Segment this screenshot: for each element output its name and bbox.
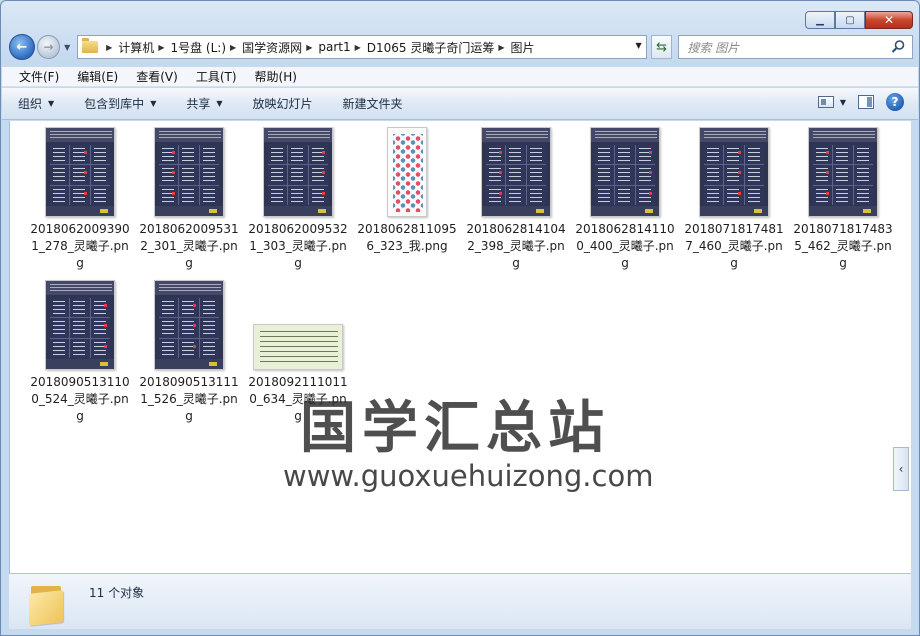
- image-thumbnail: [263, 127, 333, 217]
- maximize-button[interactable]: ▢: [835, 11, 865, 29]
- breadcrumb-separator-icon[interactable]: ▶: [351, 43, 367, 52]
- file-item[interactable]: 20180620095312_301_灵曦子.png: [137, 127, 241, 272]
- chevron-down-icon: ▼: [216, 99, 223, 108]
- file-item[interactable]: 20180620093901_278_灵曦子.png: [28, 127, 132, 272]
- breadcrumb-separator-icon[interactable]: ▶: [154, 43, 170, 52]
- breadcrumb-collection[interactable]: D1065 灵曦子奇门运筹: [367, 39, 495, 56]
- preview-pane-icon[interactable]: [858, 95, 874, 109]
- breadcrumb-separator-icon[interactable]: ▶: [494, 43, 510, 52]
- chevron-down-icon: ▼: [48, 99, 55, 108]
- file-name: 20180620095312_301_灵曦子.png: [139, 222, 239, 270]
- image-thumbnail: [699, 127, 769, 217]
- folder-icon: [82, 38, 99, 53]
- image-thumbnail: [45, 280, 115, 370]
- command-bar: 组织 ▼ 包含到库中 ▼ 共享 ▼ 放映幻灯片 新建文件夹 ▼ ?: [2, 88, 918, 120]
- file-item[interactable]: 20180620095321_303_灵曦子.png: [246, 127, 350, 272]
- breadcrumb-drive[interactable]: 1号盘 (L:): [170, 39, 226, 56]
- breadcrumb-separator-icon[interactable]: ▶: [102, 43, 118, 52]
- image-thumbnail: [154, 280, 224, 370]
- navigation-row: ← → ▼ ▶ 计算机 ▶ 1号盘 (L:) ▶ 国学资源网 ▶ part1 ▶…: [9, 33, 913, 61]
- file-name: 20180628141042_398_灵曦子.png: [466, 222, 566, 270]
- image-thumbnail: [253, 324, 343, 370]
- search-icon[interactable]: [890, 39, 906, 55]
- menu-file[interactable]: 文件(F): [10, 68, 68, 85]
- back-arrow-icon: ←: [16, 39, 28, 55]
- refresh-icon: ⇆: [656, 39, 667, 55]
- image-thumbnail: [154, 127, 224, 217]
- image-thumbnail: [481, 127, 551, 217]
- image-thumbnail: [590, 127, 660, 217]
- image-thumbnail: [387, 127, 427, 217]
- menu-tools[interactable]: 工具(T): [187, 68, 246, 85]
- file-name: 20180718174817_460_灵曦子.png: [684, 222, 784, 270]
- image-thumbnail: [808, 127, 878, 217]
- help-icon[interactable]: ?: [886, 93, 904, 111]
- breadcrumb-current[interactable]: 图片: [511, 39, 535, 56]
- view-options-dropdown-icon[interactable]: ▼: [840, 98, 846, 107]
- search-input[interactable]: 搜索 图片: [678, 35, 913, 59]
- file-item[interactable]: 20180921110110_634_灵曦子.png: [246, 280, 350, 425]
- share-label: 共享: [186, 97, 211, 111]
- breadcrumb-separator-icon[interactable]: ▶: [226, 43, 242, 52]
- new-folder-label: 新建文件夹: [342, 97, 403, 111]
- file-item[interactable]: 20180628141042_398_灵曦子.png: [464, 127, 568, 272]
- explorer-window: ▁ ▢ ✕ ← → ▼ ▶ 计算机 ▶ 1号盘 (L:) ▶ 国学资源网 ▶ p…: [0, 0, 920, 636]
- include-in-library-button[interactable]: 包含到库中 ▼: [84, 95, 156, 112]
- breadcrumb-folder[interactable]: 国学资源网: [242, 39, 302, 56]
- watermark-text-en: www.guoxuehuizong.com: [283, 459, 654, 493]
- address-dropdown-icon[interactable]: ▼: [636, 41, 642, 50]
- item-count: 11 个对象: [89, 586, 145, 600]
- file-list[interactable]: 20180620093901_278_灵曦子.png 20180620095312…: [9, 121, 911, 573]
- file-item[interactable]: 20180718174835_462_灵曦子.png: [791, 127, 895, 272]
- minimize-button[interactable]: ▁: [805, 11, 835, 29]
- file-item[interactable]: 20180628141100_400_灵曦子.png: [573, 127, 677, 272]
- organize-label: 组织: [18, 97, 43, 111]
- file-name: 20180620093901_278_灵曦子.png: [30, 222, 130, 270]
- new-folder-button[interactable]: 新建文件夹: [343, 95, 403, 112]
- file-name: 20180718174835_462_灵曦子.png: [793, 222, 893, 270]
- slideshow-label: 放映幻灯片: [252, 97, 313, 111]
- file-name: 20180620095321_303_灵曦子.png: [248, 222, 348, 270]
- close-button[interactable]: ✕: [865, 11, 913, 29]
- refresh-button[interactable]: ⇆: [650, 35, 673, 59]
- menu-edit[interactable]: 编辑(E): [68, 68, 127, 85]
- command-bar-right: ▼ ?: [817, 93, 904, 111]
- folder-icon: [29, 582, 65, 626]
- address-bar[interactable]: ▶ 计算机 ▶ 1号盘 (L:) ▶ 国学资源网 ▶ part1 ▶ D1065…: [77, 35, 647, 59]
- file-name: 20180905131100_524_灵曦子.png: [30, 375, 130, 423]
- breadcrumb-computer[interactable]: 计算机: [118, 39, 154, 56]
- file-item[interactable]: 20180905131111_526_灵曦子.png: [137, 280, 241, 425]
- forward-button[interactable]: →: [36, 35, 61, 59]
- menu-view[interactable]: 查看(V): [127, 68, 187, 85]
- recent-pages-dropdown[interactable]: ▼: [61, 43, 73, 52]
- include-in-library-label: 包含到库中: [84, 97, 145, 111]
- file-item[interactable]: 20180905131100_524_灵曦子.png: [28, 280, 132, 425]
- change-view-icon[interactable]: [817, 96, 834, 108]
- slideshow-button[interactable]: 放映幻灯片: [253, 95, 313, 112]
- file-name: 20180628110956_323_我.png: [357, 222, 457, 253]
- menu-bar: 文件(F) 编辑(E) 查看(V) 工具(T) 帮助(H): [2, 67, 918, 87]
- file-item[interactable]: 20180628110956_323_我.png: [355, 127, 459, 255]
- preview-pane-toggle[interactable]: ‹: [893, 447, 909, 491]
- search-placeholder: 搜索 图片: [687, 40, 740, 55]
- chevron-left-icon: ‹: [898, 462, 904, 476]
- breadcrumb-part[interactable]: part1: [318, 40, 350, 54]
- share-button[interactable]: 共享 ▼: [186, 95, 222, 112]
- file-name: 20180628141100_400_灵曦子.png: [575, 222, 675, 270]
- file-item[interactable]: 20180718174817_460_灵曦子.png: [682, 127, 786, 272]
- organize-button[interactable]: 组织 ▼: [18, 95, 54, 112]
- chevron-down-icon: ▼: [150, 99, 157, 108]
- breadcrumb-separator-icon[interactable]: ▶: [302, 43, 318, 52]
- details-pane: 11 个对象: [9, 573, 911, 629]
- caption-buttons: ▁ ▢ ✕: [805, 11, 913, 29]
- file-name: 20180921110110_634_灵曦子.png: [248, 375, 348, 423]
- menu-help[interactable]: 帮助(H): [246, 68, 306, 85]
- image-thumbnail: [45, 127, 115, 217]
- forward-arrow-icon: →: [43, 40, 54, 54]
- file-name: 20180905131111_526_灵曦子.png: [139, 375, 239, 423]
- back-button[interactable]: ←: [9, 34, 35, 60]
